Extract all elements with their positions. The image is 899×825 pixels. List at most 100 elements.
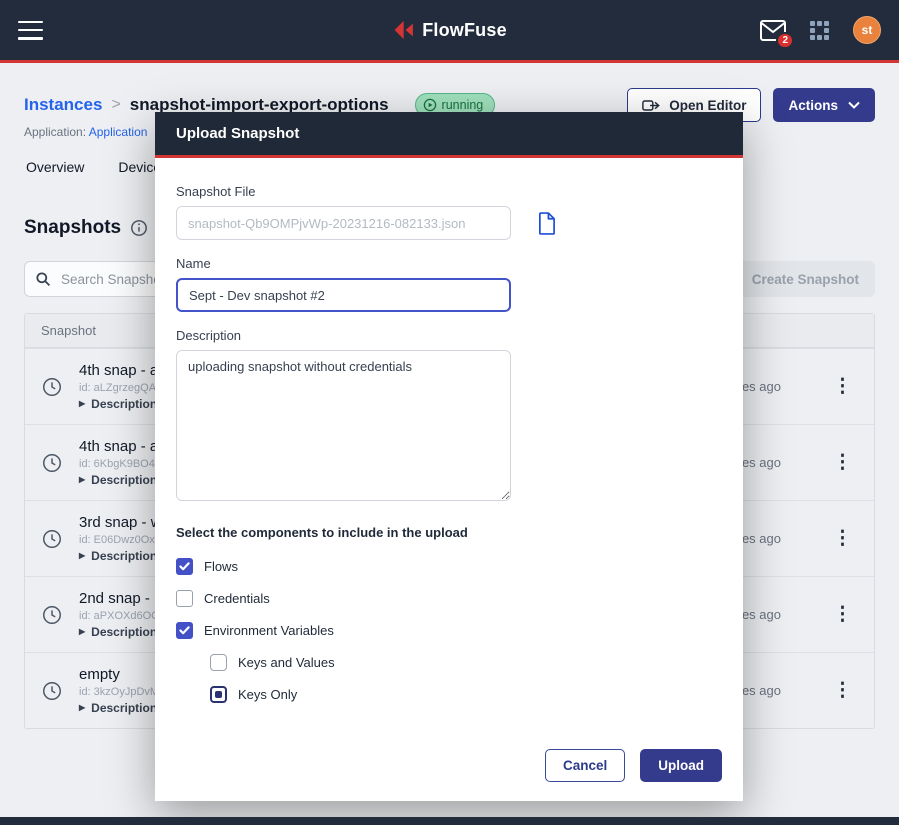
top-navbar: FlowFuse 2 st <box>0 0 899 60</box>
snapshot-title: 4th snap - a <box>79 362 158 379</box>
open-editor-icon <box>642 98 660 113</box>
description-textarea[interactable]: uploading snapshot without credentials <box>176 350 511 501</box>
brand-accent-divider <box>0 60 899 63</box>
snapshot-info: 4th snap - a id: 6KbgK9BO4a ▶ Descriptio… <box>79 428 161 497</box>
description-toggle[interactable]: ▶ Description <box>79 397 158 411</box>
description-label: Description <box>91 549 157 563</box>
row-menu-button[interactable]: ⋮ <box>827 451 858 474</box>
option-label: Flows <box>204 559 238 574</box>
description-toggle[interactable]: ▶ Description <box>79 549 162 563</box>
row-menu-button[interactable]: ⋮ <box>827 375 858 398</box>
row-menu-button[interactable]: ⋮ <box>827 527 858 550</box>
expand-icon: ▶ <box>79 628 85 636</box>
clock-icon <box>41 604 63 626</box>
clock-icon <box>41 452 63 474</box>
chevron-right-icon: > <box>111 96 120 114</box>
option-flows[interactable]: Flows <box>176 550 722 582</box>
notifications-button[interactable]: 2 <box>760 20 786 41</box>
snapshot-info: 2nd snap - 1 id: aPXOXd6OG7 ▶ Descriptio… <box>79 580 166 649</box>
description-label: Description <box>91 473 157 487</box>
row-menu-button[interactable]: ⋮ <box>827 679 858 702</box>
choose-file-button[interactable] <box>537 212 556 235</box>
clock-icon <box>41 376 63 398</box>
radio-dot <box>215 691 222 698</box>
apps-button[interactable] <box>808 19 831 42</box>
option-keys-and-values[interactable]: Keys and Values <box>210 646 722 678</box>
expand-icon: ▶ <box>79 476 85 484</box>
upload-button[interactable]: Upload <box>640 749 722 782</box>
snapshots-title: Snapshots <box>24 217 121 239</box>
chip-grid-icon <box>808 19 831 42</box>
app-screen: FlowFuse 2 st Instances > snapsh <box>0 0 899 825</box>
components-label: Select the components to include in the … <box>176 525 722 540</box>
application-label: Application: <box>24 125 86 139</box>
name-label: Name <box>176 256 722 271</box>
row-menu-button[interactable]: ⋮ <box>827 603 858 626</box>
notification-badge: 2 <box>776 32 794 49</box>
snapshot-title: 3rd snap - w <box>79 514 162 531</box>
option-label: Keys and Values <box>238 655 335 670</box>
expand-icon: ▶ <box>79 704 85 712</box>
application-link[interactable]: Application <box>89 125 148 139</box>
option-credentials[interactable]: Credentials <box>176 582 722 614</box>
open-editor-label: Open Editor <box>669 98 746 113</box>
description-label: Description <box>176 328 722 343</box>
document-icon <box>537 212 556 235</box>
keys-only-radio[interactable] <box>210 686 227 703</box>
option-label: Keys Only <box>238 687 297 702</box>
checkmark-icon <box>179 626 190 635</box>
tab-overview[interactable]: Overview <box>24 155 86 183</box>
snapshot-time: es ago <box>742 379 827 394</box>
snapshot-info: 4th snap - a id: aLZgrzegQA ▶ Descriptio… <box>79 352 158 421</box>
snapshot-title: 4th snap - a <box>79 438 161 455</box>
snapshot-id: id: 6KbgK9BO4a <box>79 458 161 470</box>
avatar-initials: st <box>862 23 873 37</box>
snapshot-id: id: aPXOXd6OG7 <box>79 610 166 622</box>
brand-name: FlowFuse <box>422 20 507 41</box>
running-play-icon <box>423 98 437 112</box>
flows-checkbox[interactable] <box>176 558 193 575</box>
snapshot-time: es ago <box>742 683 827 698</box>
snapshot-info: 3rd snap - w id: E06Dwz0Oxp ▶ Descriptio… <box>79 504 162 573</box>
environment-variables-checkbox[interactable] <box>176 622 193 639</box>
snapshot-file-label: Snapshot File <box>176 184 722 199</box>
snapshot-id: id: 3kzOyJpDvM <box>79 686 159 698</box>
description-toggle[interactable]: ▶ Description <box>79 625 166 639</box>
actions-label: Actions <box>788 98 838 113</box>
dialog-header: Upload Snapshot <box>155 112 743 158</box>
upload-snapshot-dialog: Upload Snapshot Snapshot File Name Descr… <box>155 112 743 801</box>
keys-and-values-radio[interactable] <box>210 654 227 671</box>
bottom-bar <box>0 817 899 825</box>
dialog-title: Upload Snapshot <box>176 125 299 142</box>
column-header-snapshot: Snapshot <box>41 323 96 338</box>
info-icon[interactable] <box>130 219 148 237</box>
description-toggle[interactable]: ▶ Description <box>79 701 159 715</box>
clock-icon <box>41 528 63 550</box>
option-keys-only[interactable]: Keys Only <box>210 678 722 710</box>
status-label: running <box>442 98 484 112</box>
breadcrumb-instances-link[interactable]: Instances <box>24 95 102 115</box>
dialog-body: Snapshot File Name Description uploading… <box>155 158 743 801</box>
create-snapshot-label: Create Snapshot <box>752 272 859 287</box>
brand: FlowFuse <box>392 19 507 41</box>
description-label: Description <box>91 625 157 639</box>
cancel-button[interactable]: Cancel <box>545 749 625 782</box>
option-environment-variables[interactable]: Environment Variables <box>176 614 722 646</box>
description-toggle[interactable]: ▶ Description <box>79 473 161 487</box>
checkmark-icon <box>179 562 190 571</box>
expand-icon: ▶ <box>79 552 85 560</box>
credentials-checkbox[interactable] <box>176 590 193 607</box>
description-label: Description <box>91 701 157 715</box>
snapshot-file-input <box>176 206 511 240</box>
snapshot-time: es ago <box>742 607 827 622</box>
menu-button[interactable] <box>18 21 43 40</box>
navbar-right: 2 st <box>760 16 881 44</box>
user-avatar[interactable]: st <box>853 16 881 44</box>
snapshot-id: id: aLZgrzegQA <box>79 382 158 394</box>
actions-dropdown-button[interactable]: Actions <box>773 88 875 122</box>
file-field-row <box>176 206 722 240</box>
name-input[interactable] <box>176 278 511 312</box>
dialog-footer: Cancel Upload <box>176 749 722 782</box>
search-icon <box>35 271 51 292</box>
clock-icon <box>41 680 63 702</box>
